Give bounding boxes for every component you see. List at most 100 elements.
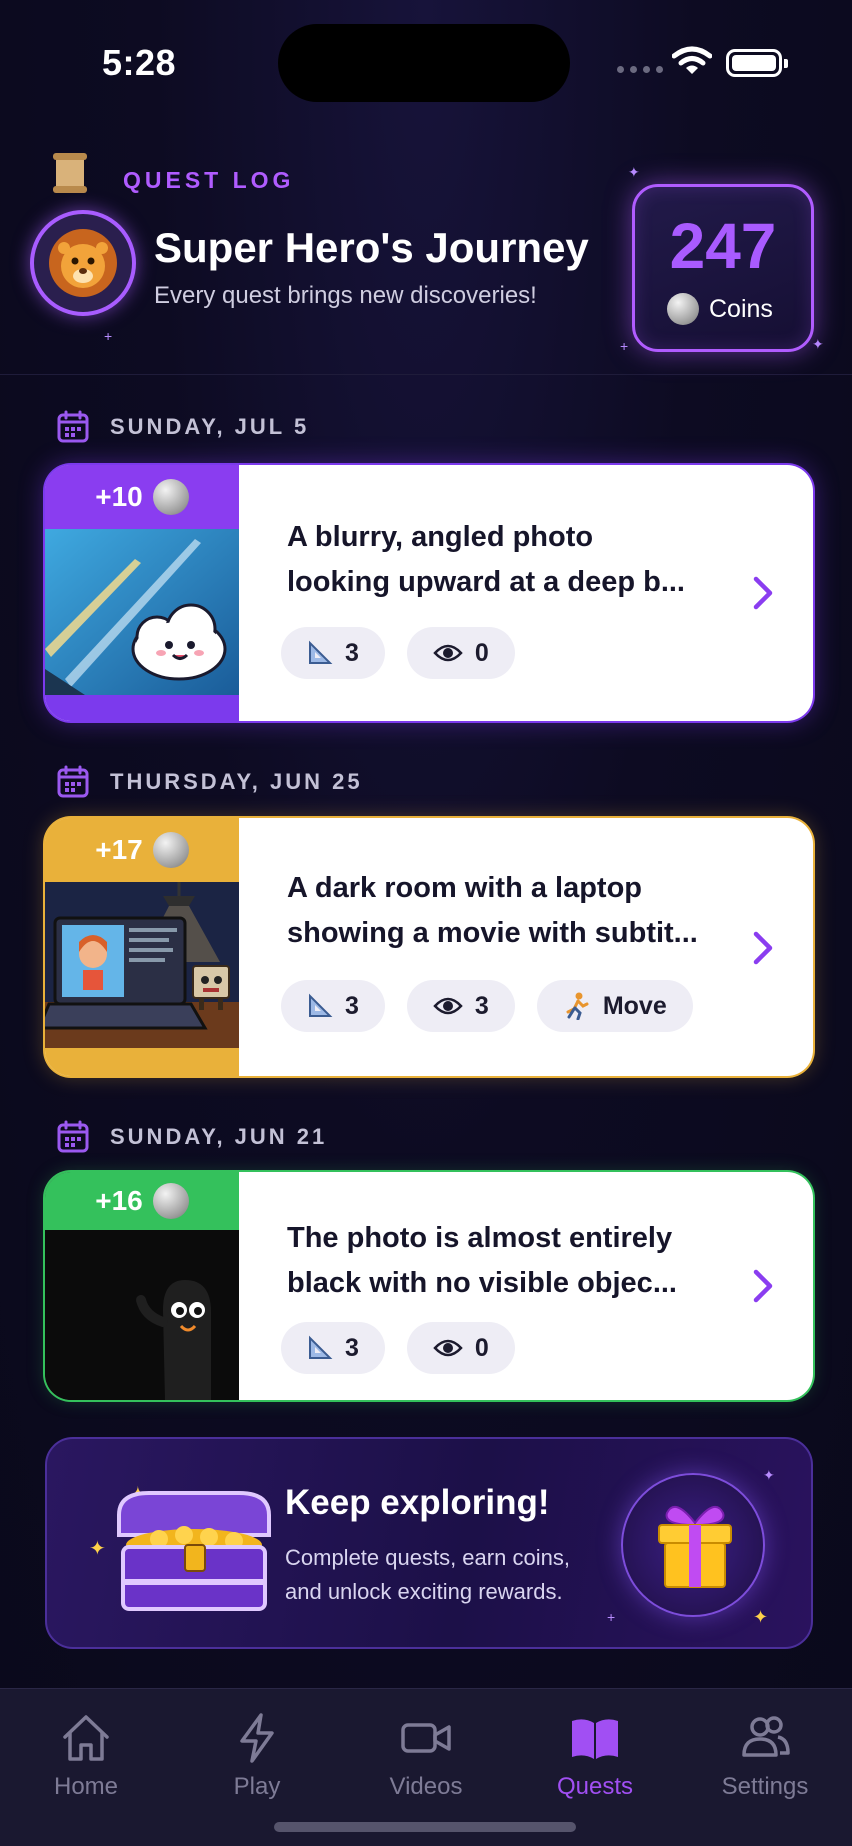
quest-card[interactable]: +10 A blurry, angled photo looking upwar… <box>45 465 813 721</box>
quest-date-row: SUNDAY, JUN 21 <box>56 1120 327 1154</box>
open-book-icon <box>572 1719 618 1759</box>
calendar-icon <box>57 765 89 798</box>
quest-description: The photo is almost entirely black with … <box>287 1216 713 1306</box>
coins-balance-card[interactable]: 247 Coins <box>632 184 814 352</box>
stat-chip: 3 <box>281 1322 385 1374</box>
quest-description-line: A dark room with a laptop <box>287 872 643 904</box>
quest-description-line: The photo is almost entirely <box>287 1222 673 1254</box>
reward-tag: +10 <box>45 465 239 529</box>
reward-tag: +16 <box>45 1172 239 1230</box>
quests-screen: 5:28 QUEST LOG Super Hero's Journey Ever… <box>0 0 852 1846</box>
triangle-ruler-icon <box>309 1335 333 1359</box>
quest-date-row: THURSDAY, JUN 25 <box>56 765 363 799</box>
svg-text:✦: ✦ <box>89 1536 106 1560</box>
sparkle-icon: ✦ <box>628 164 640 180</box>
reward-tag: +17 <box>45 818 239 882</box>
tab-label: Settings <box>721 1773 809 1800</box>
running-person-icon <box>566 992 589 1020</box>
quest-date: SUNDAY, JUL 5 <box>110 414 310 439</box>
video-camera-icon <box>401 1723 451 1753</box>
sparkle-icon: + <box>607 1609 616 1625</box>
wifi-icon <box>672 46 712 74</box>
tab-home[interactable]: Home <box>6 1711 166 1801</box>
battery-icon <box>726 49 788 77</box>
eye-icon <box>433 644 463 662</box>
quest-thumbnail: +17 <box>45 818 239 1076</box>
chevron-right-icon[interactable] <box>751 1268 775 1304</box>
banner-title: Keep exploring! <box>285 1483 550 1522</box>
calendar-icon <box>57 410 89 443</box>
sparkle-icon: ✦ <box>753 1607 769 1627</box>
coin-icon <box>152 479 189 515</box>
quest-description-line: showing a movie with subtit... <box>287 917 698 949</box>
lion-avatar-icon[interactable] <box>30 210 136 316</box>
eye-icon <box>433 997 463 1015</box>
tab-videos[interactable]: Videos <box>346 1711 506 1801</box>
sparkle-icon: ✦ <box>763 1467 775 1483</box>
status-bar: 5:28 <box>0 0 852 120</box>
quest-date: THURSDAY, JUN 25 <box>110 769 363 794</box>
shadow-creature-illustration <box>45 1230 239 1400</box>
house-icon <box>63 1715 109 1761</box>
quest-card[interactable]: +16 The photo is almost entirely black w… <box>45 1172 813 1400</box>
tab-label: Home <box>53 1773 119 1800</box>
quest-stats: 3 0 <box>281 1322 515 1374</box>
status-time: 5:28 <box>102 42 177 83</box>
quest-card-body: A blurry, angled photo looking upward at… <box>239 465 813 721</box>
gift-button[interactable] <box>621 1473 765 1617</box>
page-subtitle: Every quest brings new discoveries! <box>154 282 537 309</box>
triangle-ruler-icon <box>309 640 333 664</box>
coins-row: Coins <box>667 293 773 325</box>
quest-description: A blurry, angled photo looking upward at… <box>287 515 713 605</box>
quest-thumbnail: +10 <box>45 465 239 721</box>
coin-icon <box>152 1183 189 1219</box>
sky-cloud-illustration <box>45 529 239 695</box>
quest-date-row: SUNDAY, JUL 5 <box>56 410 309 444</box>
tab-label: Play <box>233 1773 281 1800</box>
triangle-ruler-icon <box>309 993 333 1017</box>
chevron-right-icon[interactable] <box>751 930 775 966</box>
laptop-room-illustration <box>45 882 239 1048</box>
reward-amount: +10 <box>95 481 143 512</box>
quest-description-line: black with no visible objec... <box>287 1267 677 1299</box>
stat-chip: 3 <box>281 980 385 1032</box>
stat-value: 0 <box>474 638 489 667</box>
keep-exploring-banner[interactable]: ✦ ✦ Keep exploring! Complete quests, ear… <box>45 1437 813 1649</box>
tab-label: Videos <box>389 1773 463 1800</box>
quest-card-body: The photo is almost entirely black with … <box>239 1172 813 1400</box>
reward-amount: +16 <box>95 1185 143 1216</box>
quest-thumbnail: +16 <box>45 1172 239 1400</box>
stat-value: 3 <box>345 991 359 1020</box>
stat-chip: 3 <box>406 980 515 1032</box>
stat-chip: 0 <box>406 627 515 679</box>
banner-text: Complete quests, earn coins, and unlock … <box>285 1545 570 1604</box>
quest-log-header: QUEST LOG Super Hero's Journey Every que… <box>0 140 852 375</box>
scroll-icon <box>53 153 87 193</box>
quest-stats: 3 0 <box>281 627 515 679</box>
stat-value: 0 <box>474 1333 489 1362</box>
quest-card-body: A dark room with a laptop showing a movi… <box>239 818 813 1076</box>
calendar-icon <box>57 1120 89 1153</box>
quest-card[interactable]: +17 A dark room with a laptop showing a … <box>45 818 813 1076</box>
sparkle-icon: + <box>620 338 629 354</box>
chevron-right-icon[interactable] <box>751 575 775 611</box>
stat-chip: Move <box>536 980 693 1032</box>
coin-icon <box>152 832 189 868</box>
sparkle-icon: + <box>104 328 113 344</box>
tab-play[interactable]: Play <box>177 1711 337 1801</box>
home-indicator[interactable] <box>274 1822 576 1832</box>
tab-settings[interactable]: Settings <box>685 1711 845 1801</box>
page-title: Super Hero's Journey <box>154 224 589 271</box>
stat-value: 3 <box>345 638 359 667</box>
coin-icon <box>667 293 699 325</box>
people-icon <box>742 1716 790 1757</box>
eye-icon <box>433 1339 463 1357</box>
stat-value: 3 <box>474 991 489 1020</box>
dynamic-island <box>278 24 570 102</box>
tab-quests[interactable]: Quests <box>515 1711 675 1801</box>
gift-icon <box>658 1505 732 1588</box>
stat-chip: 0 <box>406 1322 515 1374</box>
cellular-signal-icon <box>617 66 663 73</box>
lion-face-icon <box>49 229 117 297</box>
quest-stats: 3 3 Move <box>281 980 693 1032</box>
